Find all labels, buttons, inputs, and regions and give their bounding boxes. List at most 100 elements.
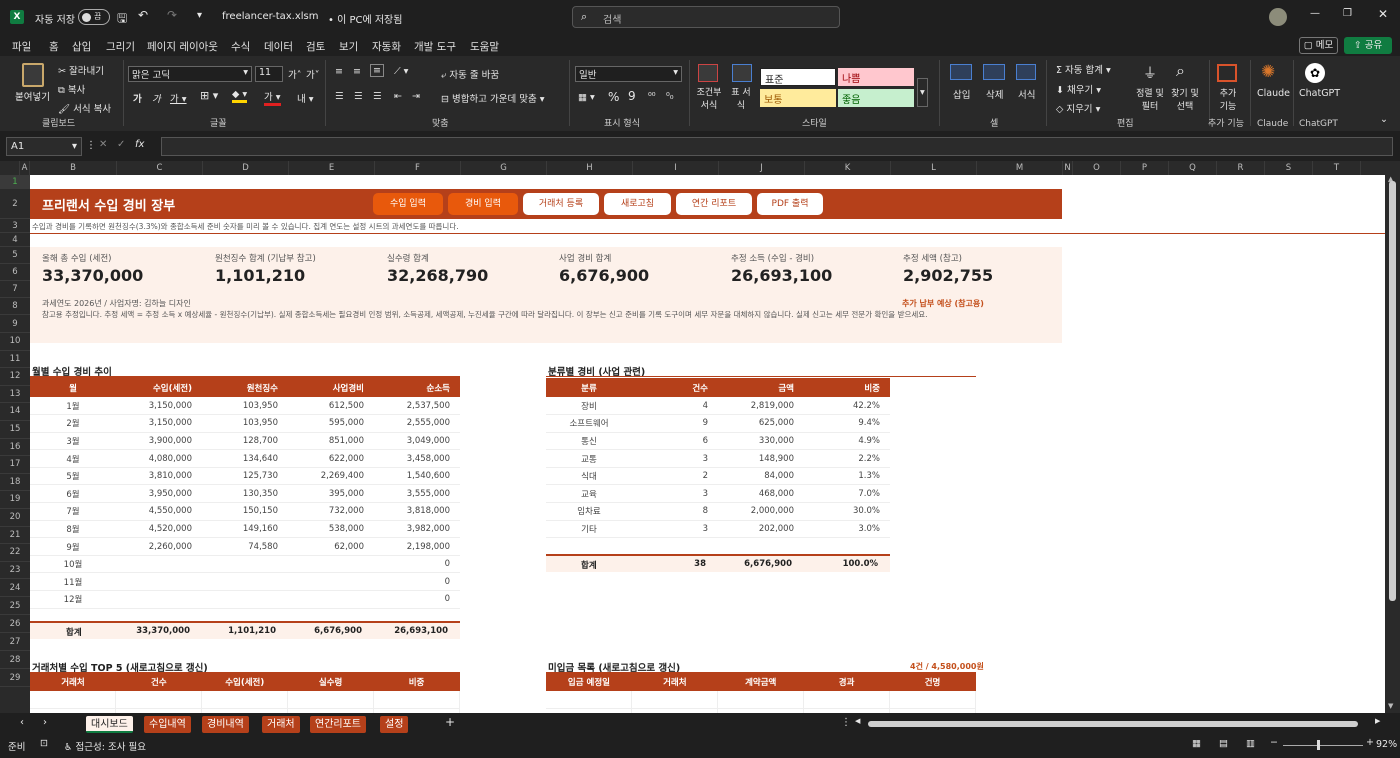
table-cell[interactable]: 3,900,000	[116, 432, 202, 451]
refresh-button[interactable]: 새로고침	[604, 193, 671, 215]
table-cell[interactable]: 128,700	[202, 432, 288, 451]
row-header-15[interactable]: 15	[0, 421, 30, 439]
table-cell[interactable]: 732,000	[288, 502, 374, 521]
search-box[interactable]: ⌕ 검색	[572, 6, 840, 28]
row-header-11[interactable]: 11	[0, 351, 30, 369]
row-header-23[interactable]: 23	[0, 562, 30, 580]
table-cell[interactable]	[116, 590, 202, 609]
row-header-8[interactable]: 8	[0, 298, 30, 315]
table-row[interactable]: 소프트웨어 9 625,000 9.4%	[546, 414, 890, 433]
tab-income[interactable]: 수입내역	[144, 716, 191, 733]
share-button[interactable]: ⇪ 공유	[1344, 37, 1392, 54]
style-good[interactable]: 좋음	[838, 89, 914, 107]
row-header-27[interactable]: 27	[0, 633, 30, 652]
table-cell[interactable]: 612,500	[288, 397, 374, 416]
font-color-icon[interactable]: 가 ▾	[264, 89, 281, 106]
table-cell[interactable]: 3,049,000	[374, 432, 460, 451]
paste-icon[interactable]	[22, 63, 44, 87]
table-cell[interactable]: 103,950	[202, 397, 288, 416]
column-header-o[interactable]: O	[1073, 161, 1121, 175]
income-entry-button[interactable]: 수입 입력	[373, 193, 443, 215]
table-cell[interactable]: 4월	[30, 449, 116, 468]
table-cell[interactable]: 6월	[30, 484, 116, 504]
italic-icon[interactable]: 가	[152, 91, 161, 105]
fill-color-icon[interactable]: ◆ ▾	[232, 89, 248, 103]
table-cell[interactable]: 330,000	[718, 432, 804, 451]
row-header-25[interactable]: 25	[0, 597, 30, 616]
table-cell[interactable]: 149,160	[202, 520, 288, 539]
table-row[interactable]: 통신 6 330,000 4.9%	[546, 432, 890, 451]
table-cell[interactable]: 통신	[546, 432, 632, 451]
table-cell[interactable]: 3,150,000	[116, 397, 202, 416]
undo-icon[interactable]: ↶	[138, 8, 148, 22]
table-cell[interactable]	[116, 572, 202, 592]
clear-button[interactable]: ◇ 지우기 ▾	[1056, 101, 1100, 115]
table-cell[interactable]: 30.0%	[804, 502, 890, 521]
increase-font-icon[interactable]: 가˄	[288, 67, 302, 81]
table-row[interactable]: 교육 3 468,000 7.0%	[546, 484, 890, 504]
comma-icon[interactable]: 9	[628, 89, 636, 103]
menu-page-layout[interactable]: 페이지 레이아웃	[147, 39, 218, 54]
table-cell[interactable]: 3,982,000	[374, 520, 460, 539]
table-cell[interactable]: 6	[632, 432, 718, 451]
paste-button[interactable]: 붙여넣기	[15, 89, 50, 103]
column-header-f[interactable]: F	[375, 161, 461, 175]
table-cell[interactable]: 기타	[546, 520, 632, 539]
table-cell[interactable]: 7월	[30, 502, 116, 521]
cut-button[interactable]: ✂ 잘라내기	[58, 63, 104, 77]
table-row[interactable]: 10월 0	[30, 555, 460, 574]
client-register-button[interactable]: 거래처 등록	[523, 193, 599, 215]
table-cell[interactable]	[288, 590, 374, 609]
find-select-button[interactable]: 찾기 및 선택	[1169, 86, 1201, 112]
tab-clients[interactable]: 거래처	[262, 716, 300, 733]
claude-icon[interactable]: ✺	[1261, 62, 1275, 82]
currency-icon[interactable]: ▦ ▾	[578, 92, 595, 103]
name-box[interactable]: A1 ▾	[6, 137, 82, 156]
phonetic-icon[interactable]: 내 ▾	[297, 91, 314, 105]
table-cell[interactable]: 3.0%	[804, 520, 890, 539]
table-cell[interactable]	[115, 691, 203, 710]
table-cell[interactable]	[287, 691, 375, 710]
table-cell[interactable]: 0	[374, 572, 460, 592]
insert-cells-icon[interactable]	[950, 64, 972, 80]
row-header-2[interactable]: 2	[0, 189, 30, 219]
align-center-icon[interactable]: ☰	[354, 91, 363, 102]
table-row[interactable]: 3월 3,900,000 128,700 851,000 3,049,000	[30, 432, 460, 451]
table-cell[interactable]: 3	[632, 484, 718, 504]
table-row[interactable]	[546, 691, 976, 710]
add-sheet-icon[interactable]: +	[445, 715, 455, 729]
table-row[interactable]: 9월 2,260,000 74,580 62,000 2,198,000	[30, 537, 460, 556]
indent-decrease-icon[interactable]: ⇤	[394, 91, 402, 102]
vertical-scrollbar[interactable]: ▲ ▼	[1385, 175, 1400, 713]
insert-function-icon[interactable]: fx	[135, 139, 144, 150]
underline-icon[interactable]: 가 ▾	[170, 91, 187, 105]
table-cell[interactable]: 5월	[30, 467, 116, 486]
table-cell[interactable]: 3,950,000	[116, 484, 202, 504]
decrease-decimal-icon[interactable]: ⁰₀	[666, 91, 674, 102]
table-format-icon[interactable]	[732, 64, 752, 82]
row-header-17[interactable]: 17	[0, 456, 30, 474]
formula-input[interactable]	[161, 137, 1393, 156]
table-cell[interactable]: 9월	[30, 537, 116, 556]
table-row[interactable]: 12월 0	[30, 590, 460, 609]
table-cell[interactable]	[288, 572, 374, 592]
table-cell[interactable]: 2,537,500	[374, 397, 460, 416]
row-header-19[interactable]: 19	[0, 491, 30, 509]
row-header-16[interactable]: 16	[0, 439, 30, 457]
column-header-r[interactable]: R	[1217, 161, 1265, 175]
row-header-22[interactable]: 22	[0, 544, 30, 562]
table-cell[interactable]: 468,000	[718, 484, 804, 504]
table-cell[interactable]: 625,000	[718, 414, 804, 433]
table-cell[interactable]: 8월	[30, 520, 116, 539]
table-cell[interactable]	[116, 555, 202, 574]
zoom-level[interactable]: 92%	[1376, 739, 1397, 750]
table-row[interactable]: 6월 3,950,000 130,350 395,000 3,555,000	[30, 484, 460, 504]
table-cell[interactable]: 9	[632, 414, 718, 433]
accessibility-status[interactable]: ♿ 접근성: 조사 필요	[64, 739, 146, 753]
style-neutral[interactable]: 보통	[760, 89, 836, 107]
addins-icon[interactable]	[1217, 64, 1237, 82]
table-cell[interactable]	[30, 691, 117, 710]
border-icon[interactable]: ⊞ ▾	[200, 89, 218, 102]
table-cell[interactable]: 1월	[30, 397, 116, 416]
row-header-26[interactable]: 26	[0, 615, 30, 634]
